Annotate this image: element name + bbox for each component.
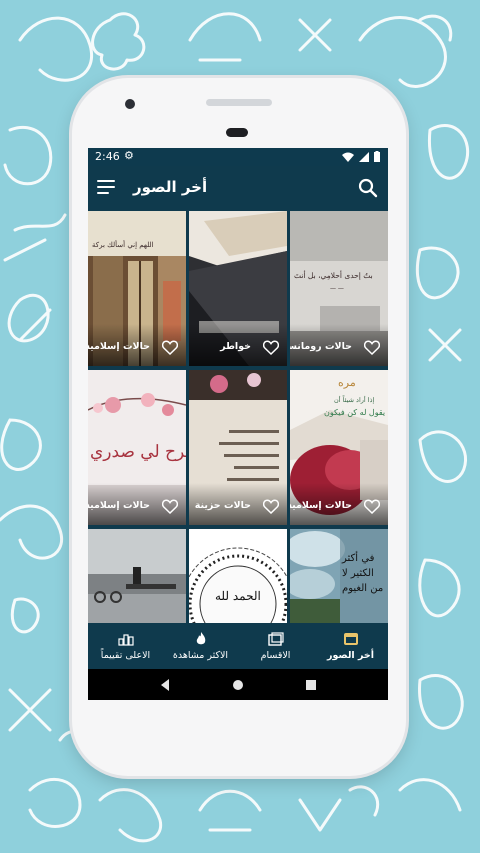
system-navigation-bar (88, 669, 388, 700)
tile-artwork-text: الحمد لله (215, 589, 261, 603)
app-bar: أخر الصور (88, 166, 388, 211)
hamburger-menu-icon[interactable] (97, 180, 115, 194)
status-time: 2:46 (95, 150, 120, 163)
fire-icon (196, 631, 205, 644)
tile-label: حالات رومانسية (290, 341, 352, 352)
nav-label: الاكثر مشاهدة (172, 649, 229, 661)
image-tile[interactable]: حالات حزينة (189, 370, 287, 525)
nav-item-top-rated[interactable]: الاعلى تقييماً (88, 623, 163, 669)
image-tile[interactable]: مره إذا أراد شيئاً أن يقول له كن فيكون ح… (290, 370, 388, 525)
image-tile[interactable]: خواطر (189, 211, 287, 366)
tile-artwork-text: — — (330, 285, 344, 292)
proximity-sensor (226, 128, 248, 137)
heart-icon[interactable] (263, 499, 279, 514)
heart-icon[interactable] (162, 499, 178, 514)
nav-item-categories[interactable]: الاقسام (238, 623, 313, 669)
image-tile[interactable]: الحمد لله (189, 529, 287, 623)
tile-artwork-text: في أكثر الكثير لا من الغيوم (342, 553, 384, 594)
heart-icon[interactable] (162, 340, 178, 355)
nav-label: الاعلى تقييماً (100, 649, 151, 661)
status-bar: 2:46 ⚙ (88, 148, 388, 166)
image-tile[interactable]: بتُ إحدى أحلامِي، بل أنتَ — — حالات روما… (290, 211, 388, 366)
bottom-navigation: أخر الصور الاقسام الاكثر مشاهدة الاعلى ت… (88, 623, 388, 669)
image-grid: اللهم إني أسألك بركة حالات إسلامية خواطر (88, 211, 388, 623)
image-tile[interactable]: في أكثر الكثير لا من الغيوم (290, 529, 388, 623)
nav-label: أخر الصور (327, 649, 374, 661)
heart-icon[interactable] (364, 499, 380, 514)
tile-artwork-text: إذا أراد شيئاً أن (334, 396, 375, 404)
tile-artwork-text: مره (338, 376, 356, 389)
nav-item-most-viewed[interactable]: الاكثر مشاهدة (163, 623, 238, 669)
tile-artwork-text: ربِّ اشرح لي صدري (90, 442, 186, 462)
nav-label: الاقسام (260, 649, 291, 661)
heart-icon[interactable] (364, 340, 380, 355)
status-icons (342, 151, 380, 162)
battery-icon (374, 151, 380, 162)
image-icon (343, 632, 358, 645)
image-tile[interactable]: ربِّ اشرح لي صدري حالات إسلامية (88, 370, 186, 525)
tile-label: حالات إسلامية (290, 500, 352, 511)
earpiece-speaker (206, 99, 272, 106)
tile-artwork-text: يقول له كن فيكون (324, 408, 386, 417)
phone-screen: 2:46 ⚙ أخر الصور اللهم إني أسألك بركة حا… (88, 148, 388, 700)
tile-label: حالات إسلامية (88, 341, 150, 352)
wifi-icon (342, 152, 354, 162)
signal-icon (359, 151, 369, 162)
recents-square-icon[interactable] (304, 678, 318, 692)
tile-image (189, 529, 287, 623)
page-title: أخر الصور (133, 178, 208, 196)
front-camera (125, 99, 135, 109)
search-icon[interactable] (358, 178, 378, 198)
image-tile[interactable]: اللهم إني أسألك بركة حالات إسلامية (88, 211, 186, 366)
ranking-icon (117, 633, 134, 646)
tile-image (88, 529, 186, 623)
tile-artwork-text: اللهم إني أسألك بركة (92, 241, 154, 249)
gear-icon: ⚙ (124, 149, 134, 162)
image-tile[interactable] (88, 529, 186, 623)
folders-icon (267, 631, 284, 646)
tile-label: حالات حزينة (194, 500, 251, 511)
heart-icon[interactable] (263, 340, 279, 355)
tile-artwork-text: بتُ إحدى أحلامِي، بل أنتَ (294, 271, 373, 280)
nav-item-latest-images[interactable]: أخر الصور (313, 623, 388, 669)
tile-label: خواطر (220, 341, 251, 352)
back-triangle-icon[interactable] (158, 678, 172, 692)
tile-label: حالات إسلامية (88, 500, 150, 511)
home-circle-icon[interactable] (231, 678, 245, 692)
